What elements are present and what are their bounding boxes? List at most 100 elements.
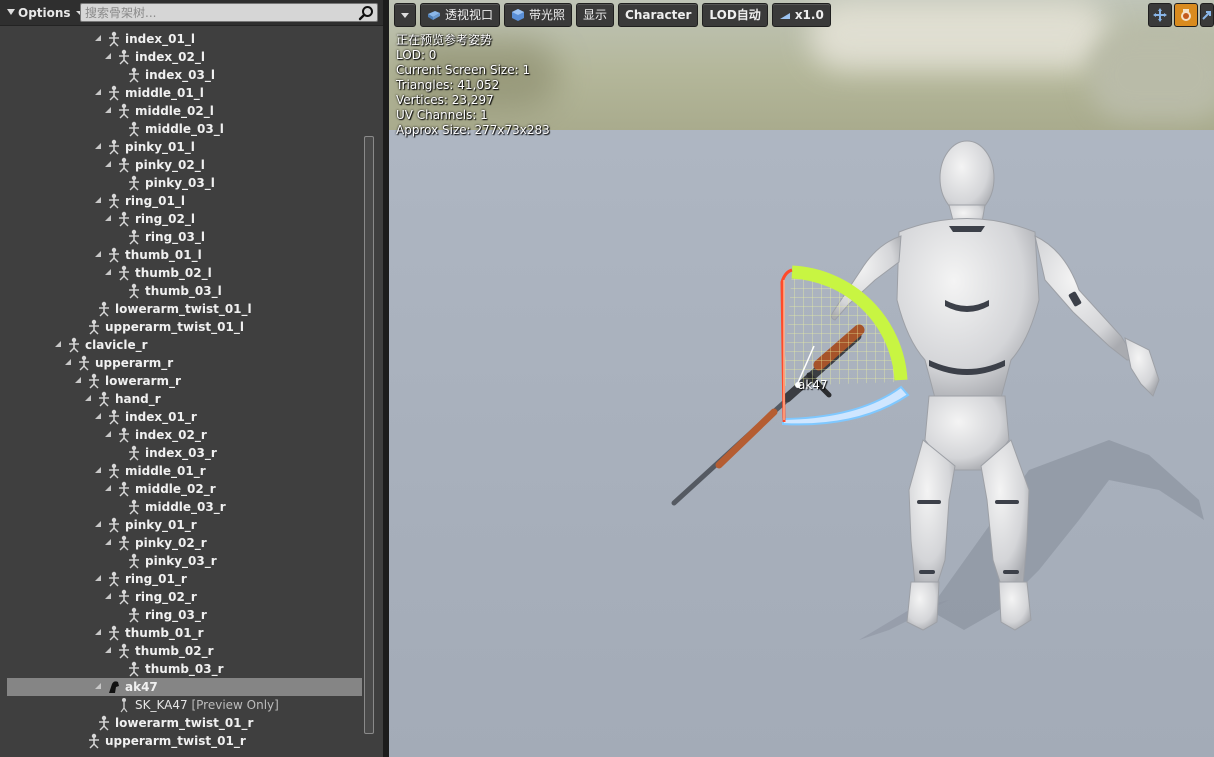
tree-row-bone[interactable]: lowerarm_r [7, 372, 362, 390]
tree-row-bone[interactable]: ring_03_l [7, 228, 362, 246]
tree-row-label: thumb_02_r [135, 642, 214, 660]
tree-row-bone[interactable]: pinky_03_r [7, 552, 362, 570]
expander-arrow-icon[interactable] [95, 251, 101, 257]
expander-arrow-icon[interactable] [95, 143, 101, 149]
bone-icon [107, 247, 121, 263]
search-input[interactable] [81, 4, 351, 21]
camera-tool-button[interactable] [1174, 3, 1198, 27]
character-button[interactable]: Character [618, 3, 699, 27]
tree-row-bone[interactable]: middle_03_l [7, 120, 362, 138]
bone-icon [67, 337, 81, 353]
tree-row-bone[interactable]: index_02_l [7, 48, 362, 66]
expander-arrow-icon[interactable] [105, 161, 111, 167]
lod-button[interactable]: LOD自动 [702, 3, 768, 27]
tree-row-label: thumb_01_l [125, 246, 202, 264]
rotation-gizmo[interactable] [780, 265, 910, 426]
tree-row-bone[interactable]: index_01_r [7, 408, 362, 426]
tree-row-bone[interactable]: middle_01_r [7, 462, 362, 480]
tree-row-bone[interactable]: hand_r [7, 390, 362, 408]
preview-viewport[interactable]: ak47 透视视口 带光照 显示 Character LOD自动 x1.0 正在… [389, 0, 1214, 757]
expander-arrow-icon[interactable] [105, 539, 111, 545]
expander-arrow-icon[interactable] [95, 521, 101, 527]
tree-row-label: thumb_03_r [145, 660, 224, 678]
tree-row-bone[interactable]: ring_02_l [7, 210, 362, 228]
bone-name: ak47 [125, 680, 158, 694]
playback-speed-button[interactable]: x1.0 [771, 3, 831, 27]
expander-arrow-icon[interactable] [65, 359, 71, 365]
expander-arrow-icon[interactable] [105, 485, 111, 491]
expander-arrow-icon[interactable] [95, 575, 101, 581]
expander-arrow-icon[interactable] [95, 413, 101, 419]
gizmo-blue-arc [782, 385, 910, 426]
more-tools-button[interactable] [1200, 3, 1214, 27]
options-button[interactable]: Options [3, 3, 84, 23]
expander-arrow-icon[interactable] [105, 269, 111, 275]
expander-arrow-icon[interactable] [75, 377, 81, 383]
expander-arrow-icon[interactable] [55, 341, 61, 347]
tree-row-bone[interactable]: pinky_02_l [7, 156, 362, 174]
tree-row-bone[interactable]: middle_02_l [7, 102, 362, 120]
expander-arrow-icon[interactable] [95, 467, 101, 473]
perspective-button[interactable]: 透视视口 [420, 3, 501, 27]
expander-arrow-icon[interactable] [95, 629, 101, 635]
tree-row-bone[interactable]: upperarm_twist_01_l [7, 318, 362, 336]
tree-row-bone[interactable]: thumb_01_r [7, 624, 362, 642]
tree-row-mesh[interactable]: SK_KA47 [Preview Only] [7, 696, 362, 714]
expander-arrow-icon[interactable] [105, 215, 111, 221]
tree-row-bone[interactable]: ring_01_l [7, 192, 362, 210]
tree-row-bone[interactable]: thumb_03_l [7, 282, 362, 300]
expander-arrow-icon[interactable] [85, 395, 91, 401]
tree-row-bone[interactable]: middle_02_r [7, 480, 362, 498]
bone-name: upperarm_twist_01_l [105, 320, 244, 334]
tree-row-bone[interactable]: pinky_02_r [7, 534, 362, 552]
expander-arrow-icon[interactable] [105, 107, 111, 113]
viewport-options-button[interactable] [394, 3, 416, 27]
expander-arrow-icon[interactable] [105, 53, 111, 59]
tree-row-bone[interactable]: pinky_03_l [7, 174, 362, 192]
bone-icon [127, 445, 141, 461]
bone-name: thumb_01_l [125, 248, 202, 262]
expander-arrow-icon[interactable] [95, 35, 101, 41]
tree-row-bone[interactable]: index_01_l [7, 30, 362, 48]
bone-icon [87, 733, 101, 749]
tree-row-bone[interactable]: middle_01_l [7, 84, 362, 102]
lit-mode-button[interactable]: 带光照 [504, 3, 573, 27]
bone-name: upperarm_r [95, 356, 174, 370]
tree-row-bone[interactable]: upperarm_twist_01_r [7, 732, 362, 750]
tree-scrollbar-thumb[interactable] [364, 136, 374, 734]
tree-row-bone[interactable]: lowerarm_twist_01_r [7, 714, 362, 732]
viewport-stats: 正在预览参考姿势 LOD: 0 Current Screen Size: 1 T… [396, 33, 550, 138]
tree-row-label: ring_03_l [145, 228, 205, 246]
expander-arrow-icon[interactable] [95, 197, 101, 203]
mannequin-character[interactable] [830, 140, 1160, 631]
transform-tool-button[interactable] [1148, 3, 1172, 27]
bone-icon [127, 607, 141, 623]
expander-arrow-icon[interactable] [105, 647, 111, 653]
tree-row-bone[interactable]: clavicle_r [7, 336, 362, 354]
bone-icon [107, 139, 121, 155]
tree-row-label: middle_02_r [135, 480, 216, 498]
bone-name: index_02_r [135, 428, 207, 442]
tree-row-bone[interactable]: thumb_01_l [7, 246, 362, 264]
show-button[interactable]: 显示 [576, 3, 615, 27]
expander-arrow-icon[interactable] [95, 683, 101, 689]
expander-arrow-icon[interactable] [95, 89, 101, 95]
tree-row-bone[interactable]: ring_01_r [7, 570, 362, 588]
tree-row-bone[interactable]: pinky_01_l [7, 138, 362, 156]
tree-row-bone[interactable]: ring_03_r [7, 606, 362, 624]
expander-arrow-icon[interactable] [105, 593, 111, 599]
search-icon[interactable] [358, 5, 374, 21]
expander-arrow-icon[interactable] [105, 431, 111, 437]
tree-row-bone[interactable]: index_03_r [7, 444, 362, 462]
tree-row-bone[interactable]: index_03_l [7, 66, 362, 84]
tree-row-bone[interactable]: ring_02_r [7, 588, 362, 606]
tree-row-bone[interactable]: upperarm_r [7, 354, 362, 372]
tree-row-socket[interactable]: ak47 [7, 678, 362, 696]
tree-row-bone[interactable]: lowerarm_twist_01_l [7, 300, 362, 318]
tree-row-bone[interactable]: pinky_01_r [7, 516, 362, 534]
tree-row-bone[interactable]: middle_03_r [7, 498, 362, 516]
tree-row-bone[interactable]: index_02_r [7, 426, 362, 444]
tree-row-bone[interactable]: thumb_02_l [7, 264, 362, 282]
tree-row-bone[interactable]: thumb_02_r [7, 642, 362, 660]
tree-row-bone[interactable]: thumb_03_r [7, 660, 362, 678]
